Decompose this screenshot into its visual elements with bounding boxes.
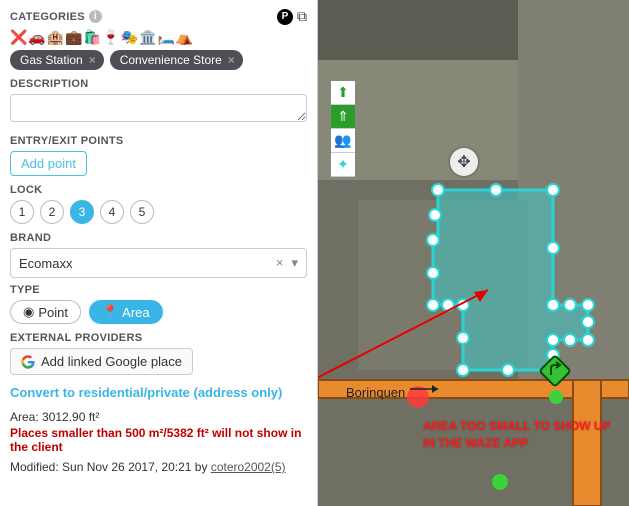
convert-residential-link[interactable]: Convert to residential/private (address … [10, 385, 307, 400]
brand-header: BRAND [10, 232, 307, 244]
arrow-up-icon[interactable]: ⬆ [331, 81, 355, 105]
description-header: DESCRIPTION [10, 78, 307, 90]
editor-panel: CATEGORIES i P ⧉ ❌🚗🏨💼🛍️🍷🎭🏛️🛏️⛺ Gas Stati… [0, 0, 318, 506]
info-icon[interactable]: i [89, 10, 102, 23]
entry-header: ENTRY/EXIT POINTS [10, 135, 307, 147]
category-icons-row[interactable]: ❌🚗🏨💼🛍️🍷🎭🏛️🛏️⛺ [10, 29, 307, 46]
modifier-link[interactable]: cotero2002(5) [211, 460, 286, 474]
type-point[interactable]: ◉Point [10, 300, 81, 324]
google-icon [21, 355, 35, 369]
brand-select[interactable]: Ecomaxx × ▾ [10, 248, 307, 278]
type-area[interactable]: 📍Area [89, 300, 163, 324]
size-warning: Places smaller than 500 m²/5382 ft² will… [10, 426, 307, 454]
area-value: Area: 3012.90 ft² [10, 410, 307, 424]
lock-2[interactable]: 2 [40, 200, 64, 224]
chevron-down-icon[interactable]: ▾ [291, 255, 298, 271]
map-tools: ⬆ ⇑ 👥 ✦ [330, 80, 356, 178]
categories-header: CATEGORIES i [10, 10, 102, 23]
pin-icon: 📍 [102, 304, 118, 320]
parking-badge-icon[interactable]: P [277, 9, 293, 25]
brand-value: Ecomaxx [19, 256, 72, 271]
type-header: TYPE [10, 284, 307, 296]
add-google-place-button[interactable]: Add linked Google place [10, 348, 193, 375]
description-input[interactable] [10, 94, 307, 122]
lock-5[interactable]: 5 [130, 200, 154, 224]
people-icon[interactable]: 👥 [331, 129, 355, 153]
tag-convenience-store[interactable]: Convenience Store× [110, 50, 243, 70]
node-icon[interactable] [492, 474, 508, 490]
remove-tag-icon[interactable]: × [228, 53, 235, 67]
lock-header: LOCK [10, 184, 307, 196]
remove-tag-icon[interactable]: × [89, 53, 96, 67]
map-annotation: AREA TOO SMALL TO SHOW UPIN THE WAZE APP [423, 418, 611, 452]
double-arrow-icon[interactable]: ⇑ [331, 105, 355, 129]
clear-icon[interactable]: × [276, 255, 284, 271]
map-view[interactable]: ⬆ ⇑ 👥 ✦ ✥ Borinquen AREA TOO SMALL TO SH… [318, 0, 629, 506]
lock-1[interactable]: 1 [10, 200, 34, 224]
lock-3[interactable]: 3 [70, 200, 94, 224]
lock-4[interactable]: 4 [100, 200, 124, 224]
modified-meta: Modified: Sun Nov 26 2017, 20:21 by cote… [10, 460, 307, 474]
external-header: EXTERNAL PROVIDERS [10, 332, 307, 344]
move-handle-icon[interactable]: ✥ [450, 148, 478, 176]
network-icon[interactable]: ✦ [331, 153, 355, 177]
copy-icon[interactable]: ⧉ [297, 8, 307, 25]
node-icon[interactable] [549, 390, 563, 404]
add-point-button[interactable]: Add point [10, 151, 87, 176]
radio-icon: ◉ [23, 304, 34, 320]
street-label: Borinquen [346, 385, 405, 400]
tag-gas-station[interactable]: Gas Station× [10, 50, 104, 70]
